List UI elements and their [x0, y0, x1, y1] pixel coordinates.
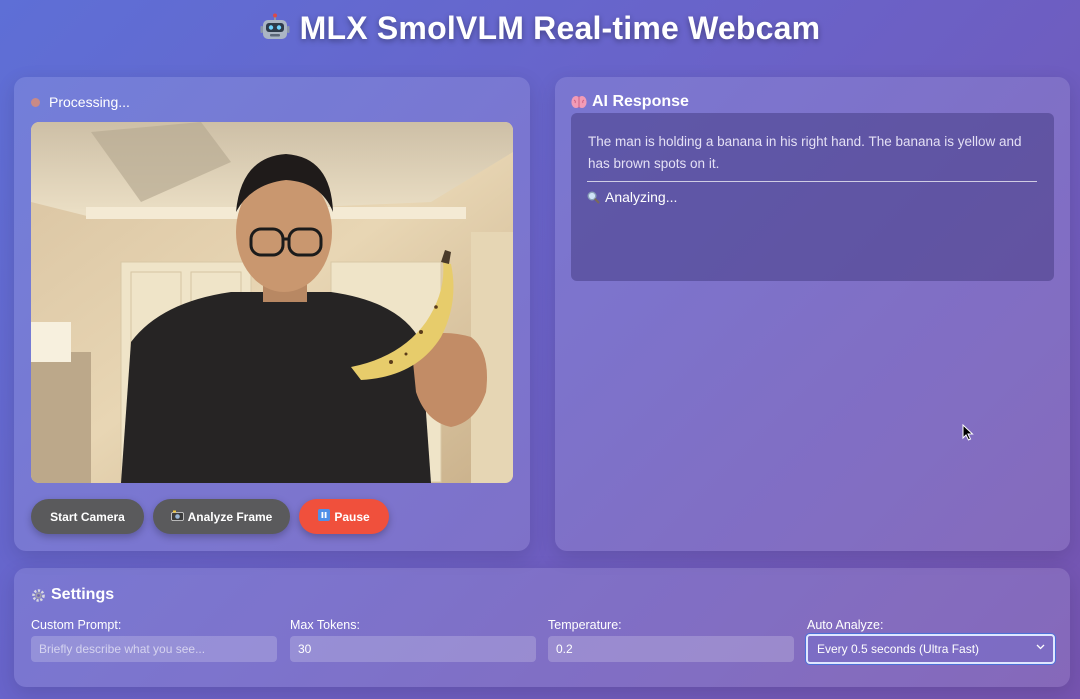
webcam-video	[31, 122, 513, 483]
auto-analyze-select[interactable]: Every 0.5 seconds (Ultra Fast)	[806, 634, 1055, 664]
auto-analyze-label: Auto Analyze:	[807, 618, 884, 632]
response-divider	[587, 181, 1037, 182]
ai-response-title: AI Response	[592, 93, 689, 110]
analyze-frame-button[interactable]: Analyze Frame	[153, 499, 290, 534]
max-tokens-value: 30	[298, 642, 312, 656]
pause-label: Pause	[334, 509, 370, 524]
response-text: The man is holding a banana in his right…	[588, 134, 1022, 171]
settings-title: Settings	[51, 586, 115, 603]
camera-status: Processing...	[31, 94, 130, 110]
analyze-frame-label: Analyze Frame	[187, 509, 273, 524]
status-dot	[31, 97, 40, 107]
title-text: MLX SmolVLM Real-time Webcam	[299, 10, 821, 46]
robot-icon	[260, 12, 290, 42]
brain-icon	[571, 95, 587, 109]
auto-analyze-value: Every 0.5 seconds (Ultra Fast)	[817, 642, 980, 656]
start-camera-button[interactable]: Start Camera	[31, 499, 144, 534]
settings-panel: Settings Custom Prompt: Briefly describe…	[14, 568, 1070, 687]
magnifier-icon	[587, 191, 600, 204]
analyzing-text: Analyzing...	[605, 189, 678, 205]
chevron-down-icon	[1036, 642, 1045, 654]
response-box: The man is holding a banana in his right…	[571, 113, 1054, 281]
page-title: MLX SmolVLM Real-time Webcam	[0, 8, 1080, 48]
ai-response-heading: AI Response	[571, 93, 689, 111]
analyzing-status: Analyzing...	[587, 189, 677, 205]
gear-icon	[31, 588, 46, 603]
start-camera-label: Start Camera	[50, 509, 125, 524]
max-tokens-input[interactable]: 30	[290, 636, 536, 662]
pause-icon	[318, 509, 331, 524]
temperature-input[interactable]: 0.2	[548, 636, 794, 662]
pause-button[interactable]: Pause	[299, 499, 389, 534]
ai-response-panel: AI Response The man is holding a banana …	[555, 77, 1070, 551]
custom-prompt-input[interactable]: Briefly describe what you see...	[31, 636, 277, 662]
temperature-value: 0.2	[556, 642, 573, 656]
custom-prompt-placeholder: Briefly describe what you see...	[39, 642, 206, 656]
camera-flash-icon	[170, 510, 184, 524]
temperature-label: Temperature:	[548, 618, 622, 632]
mouse-pointer-icon	[962, 423, 974, 446]
camera-panel: Processing... Start Camera Analyze Frame…	[14, 77, 530, 551]
webcam-frame	[31, 122, 513, 483]
status-text: Processing...	[49, 94, 130, 110]
custom-prompt-label: Custom Prompt:	[31, 618, 122, 632]
max-tokens-label: Max Tokens:	[290, 618, 360, 632]
settings-heading: Settings	[31, 586, 114, 604]
